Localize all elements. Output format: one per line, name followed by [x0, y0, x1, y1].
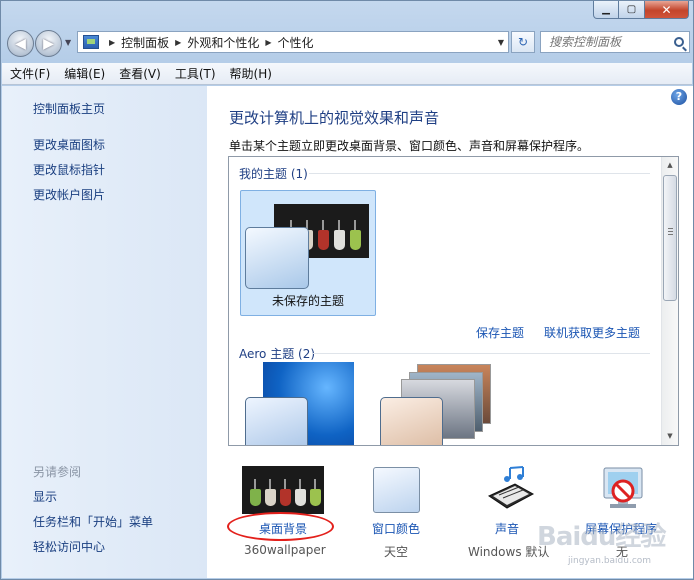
save-theme-link[interactable]: 保存主题	[476, 324, 524, 341]
baidu-watermark: Baidu经验	[537, 522, 666, 552]
breadcrumb-appearance[interactable]: 外观和个性化	[187, 34, 259, 51]
see-also-heading: 另请参阅	[33, 465, 82, 479]
menu-bar: 文件(F) 编辑(E) 查看(V) 工具(T) 帮助(H)	[2, 63, 692, 85]
baidu-watermark-url: jingyan.baidu.com	[568, 556, 652, 566]
address-dropdown-icon[interactable]: ▼	[494, 38, 508, 47]
drink-jar	[295, 479, 306, 506]
history-dropdown-icon[interactable]: ▼	[65, 38, 71, 47]
drink-jar	[310, 479, 321, 506]
window-color-thumbnail[interactable]	[373, 467, 420, 513]
back-button[interactable]: ◀	[7, 30, 34, 57]
help-icon[interactable]: ?	[671, 89, 687, 105]
control-panel-window: ▁ ▢ ✕ ◀ ▶ ▼ ▶ 控制面板 ▶ 外观和个性化 ▶ 个性化 ▼ ↻ 文件…	[0, 0, 694, 580]
chevron-right-icon[interactable]: ▶	[265, 38, 271, 47]
forward-arrow-icon: ▶	[43, 35, 54, 52]
see-also-taskbar[interactable]: 任务栏和「开始」菜单	[33, 513, 153, 530]
chevron-right-icon[interactable]: ▶	[109, 38, 115, 47]
caption-buttons: ▁ ▢ ✕	[593, 1, 689, 19]
control-panel-icon	[83, 35, 99, 49]
sidebar-item-mouse-pointer[interactable]: 更改鼠标指针	[33, 161, 105, 178]
aero-themes-label: Aero 主题 (2)	[239, 347, 316, 361]
menu-help[interactable]: 帮助(H)	[230, 65, 272, 82]
window-color-link[interactable]: 窗口颜色	[372, 520, 420, 537]
drink-jar	[318, 220, 329, 250]
window-color-preview	[245, 397, 308, 445]
breadcrumb-control-panel[interactable]: 控制面板	[121, 34, 169, 51]
desktop-background-value: 360wallpaper	[244, 543, 326, 557]
scroll-up-icon[interactable]: ▲	[662, 157, 678, 174]
theme-list-scrollbar[interactable]: ▲ ▼	[661, 157, 678, 445]
theme-list: 我的主题 (1) 未保存的主题 保存主题 联机获取更多主题 Aero 主题 (2…	[228, 156, 679, 446]
menu-file[interactable]: 文件(F)	[10, 65, 50, 82]
address-bar[interactable]: ▶ 控制面板 ▶ 外观和个性化 ▶ 个性化 ▼	[77, 31, 509, 53]
desktop-background-thumbnail[interactable]	[242, 466, 324, 514]
see-also-display[interactable]: 显示	[33, 488, 57, 505]
sidebar-control-panel-home[interactable]: 控制面板主页	[33, 100, 105, 117]
scroll-thumb[interactable]	[663, 175, 677, 301]
search-box[interactable]	[540, 31, 690, 53]
sidebar-item-desktop-icons[interactable]: 更改桌面图标	[33, 136, 105, 153]
page-subtitle: 单击某个主题立即更改桌面背景、窗口颜色、声音和屏幕保护程序。	[229, 139, 590, 153]
see-also-ease-of-access[interactable]: 轻松访问中心	[33, 538, 105, 555]
scroll-down-icon[interactable]: ▼	[662, 428, 678, 445]
window-color-preview	[380, 397, 443, 445]
search-input[interactable]	[549, 35, 669, 49]
divider	[309, 173, 650, 174]
drink-jar	[265, 479, 276, 506]
breadcrumb-personalization[interactable]: 个性化	[278, 34, 314, 51]
drink-jar	[280, 479, 291, 506]
annotation-circle	[227, 512, 334, 541]
drink-jar	[350, 220, 361, 250]
maximize-button[interactable]: ▢	[619, 1, 645, 19]
sound-link[interactable]: 声音	[495, 520, 519, 537]
window-color-preview	[245, 227, 309, 289]
close-button[interactable]: ✕	[645, 1, 689, 19]
sidebar: 控制面板主页 更改桌面图标 更改鼠标指针 更改帐户图片 另请参阅 显示 任务栏和…	[2, 86, 207, 578]
theme-name: 未保存的主题	[271, 294, 344, 308]
menu-edit[interactable]: 编辑(E)	[64, 65, 105, 82]
get-more-themes-link[interactable]: 联机获取更多主题	[544, 324, 640, 341]
refresh-button[interactable]: ↻	[511, 31, 535, 53]
minimize-button[interactable]: ▁	[593, 1, 619, 19]
drink-jar	[334, 220, 345, 250]
page-title: 更改计算机上的视觉效果和声音	[229, 109, 440, 127]
refresh-icon: ↻	[517, 35, 529, 49]
drink-jar	[250, 479, 261, 506]
menu-view[interactable]: 查看(V)	[119, 65, 161, 82]
theme-tile-unsaved[interactable]: 未保存的主题	[240, 190, 376, 316]
screen-saver-icon[interactable]	[600, 466, 646, 514]
search-icon[interactable]	[674, 37, 684, 47]
window-color-value: 天空	[384, 545, 409, 559]
sound-icon[interactable]	[485, 466, 535, 514]
forward-button[interactable]: ▶	[35, 30, 62, 57]
chevron-right-icon[interactable]: ▶	[175, 38, 181, 47]
menu-tools[interactable]: 工具(T)	[175, 65, 216, 82]
back-arrow-icon: ◀	[15, 35, 26, 52]
divider	[313, 353, 650, 354]
main-content: ? 更改计算机上的视觉效果和声音 单击某个主题立即更改桌面背景、窗口颜色、声音和…	[207, 86, 693, 578]
sidebar-item-account-picture[interactable]: 更改帐户图片	[33, 186, 105, 203]
navigation-bar: ◀ ▶ ▼ ▶ 控制面板 ▶ 外观和个性化 ▶ 个性化 ▼ ↻	[7, 27, 690, 59]
grip-icon	[668, 228, 673, 235]
my-themes-label: 我的主题 (1)	[239, 167, 308, 181]
